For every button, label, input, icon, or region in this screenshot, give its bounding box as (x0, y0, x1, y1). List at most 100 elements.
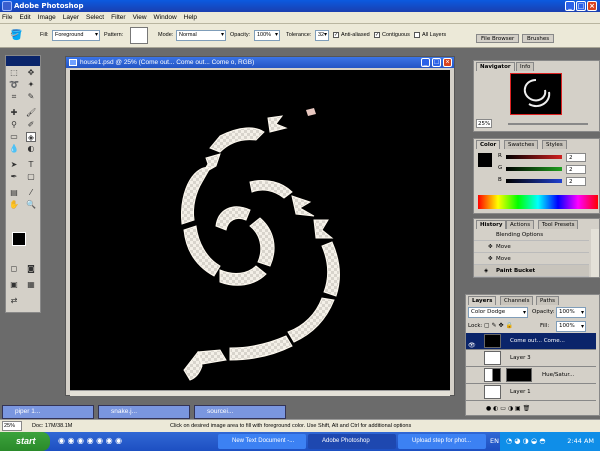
layer-fill-field[interactable]: 100% (556, 321, 586, 332)
menu-filter[interactable]: Filter (111, 14, 125, 21)
doc-maximize-button[interactable]: □ (432, 58, 441, 67)
eraser-icon[interactable]: ▭ (9, 132, 19, 142)
menu-window[interactable]: Window (154, 14, 177, 21)
notes-icon[interactable]: ▤ (9, 188, 19, 198)
imageready-icon[interactable]: ⇄ (9, 296, 19, 306)
navigator-preview[interactable] (510, 73, 562, 115)
minimized-doc[interactable]: sourcei... (194, 405, 286, 419)
antialiased-checkbox[interactable]: ✓ (333, 32, 339, 38)
channel-slider[interactable] (506, 179, 562, 183)
taskbar-item[interactable]: New Text Document -... (218, 434, 306, 449)
layer-row[interactable]: 👁 Come out... Come... (466, 333, 596, 350)
fill-select[interactable]: Foreground (52, 30, 100, 41)
paint-bucket-icon[interactable]: 🪣 (10, 30, 22, 41)
menu-layer[interactable]: Layer (63, 14, 79, 21)
layer-actions[interactable]: ● ◐ ▭ ◑ ▣ 🗑 (486, 405, 530, 412)
history-item[interactable]: ✥ Move (474, 253, 589, 265)
mode-select[interactable]: Normal (176, 30, 226, 41)
opacity-field[interactable]: 100% (254, 30, 280, 41)
tab-brushes[interactable]: Brushes (522, 34, 555, 43)
color-spectrum-bar[interactable] (478, 195, 598, 209)
standard-mode-icon[interactable]: ◻ (9, 264, 19, 274)
blend-mode-select[interactable]: Color Dodge (468, 307, 528, 318)
menu-image[interactable]: Image (38, 14, 56, 21)
channel-value-field[interactable]: 2 (566, 153, 586, 162)
channel-slider[interactable] (506, 167, 562, 171)
status-zoom-field[interactable]: 25% (2, 421, 22, 431)
shape-icon[interactable]: ▢ (26, 172, 36, 182)
channel-slider[interactable] (506, 155, 562, 159)
doc-close-button[interactable]: × (443, 58, 452, 67)
history-item[interactable]: ✥ Move (474, 241, 589, 253)
contiguous-checkbox[interactable]: ✓ (374, 32, 380, 38)
language-indicator[interactable]: EN (490, 437, 499, 445)
tab-color[interactable]: Color (476, 140, 501, 149)
tab-styles[interactable]: Styles (542, 140, 567, 149)
layer-row[interactable]: Layer 3 (466, 350, 596, 367)
minimize-button[interactable]: _ (565, 1, 575, 11)
tolerance-field[interactable]: 32 (315, 30, 329, 41)
channel-value-field[interactable]: 2 (566, 177, 586, 186)
magic-wand-icon[interactable]: ✦ (26, 80, 36, 90)
maximize-button[interactable]: □ (576, 1, 586, 11)
tab-layers[interactable]: Layers (468, 296, 497, 305)
navigator-zoom-slider[interactable] (508, 123, 588, 125)
menu-edit[interactable]: Edit (19, 14, 30, 21)
paint-bucket-tool-icon[interactable]: ◈ (26, 132, 36, 142)
path-select-icon[interactable]: ➤ (9, 160, 19, 170)
tab-history[interactable]: History (476, 220, 507, 229)
tab-navigator[interactable]: Navigator (476, 62, 515, 71)
tab-tool-presets[interactable]: Tool Presets (538, 220, 579, 229)
eyedropper-icon[interactable]: ⁄ (26, 188, 36, 198)
hand-icon[interactable]: ✋ (9, 200, 19, 210)
layer-row[interactable]: Hue/Satur... (466, 367, 596, 384)
taskbar-item[interactable]: Adobe Photoshop (308, 434, 396, 449)
lasso-icon[interactable]: ➰ (9, 80, 19, 90)
quick-launch-icons[interactable]: ◉ ◉ ◉ ◉ ◉ ◉ ◉ (58, 436, 122, 445)
channel-value-field[interactable]: 2 (566, 165, 586, 174)
foreground-color-swatch[interactable] (12, 232, 26, 246)
doc-minimize-button[interactable]: _ (421, 58, 430, 67)
all-layers-checkbox[interactable] (414, 32, 420, 38)
screen-mode-icon[interactable]: ▣ (9, 280, 19, 290)
minimized-doc[interactable]: snake.j... (98, 405, 190, 419)
crop-icon[interactable]: ⌗ (9, 92, 19, 102)
layer-opacity-field[interactable]: 100% (556, 307, 586, 318)
menu-file[interactable]: File (2, 14, 12, 21)
menu-select[interactable]: Select (86, 14, 104, 21)
tab-actions[interactable]: Actions (506, 220, 535, 229)
layer-row[interactable]: Layer 1 (466, 384, 596, 401)
tray-icons[interactable]: ◔ ◕ ◑ ◒ ◓ (506, 432, 545, 451)
history-brush-icon[interactable]: ✐ (26, 120, 36, 130)
close-button[interactable]: × (587, 1, 597, 11)
pattern-picker[interactable] (130, 27, 148, 44)
tab-paths[interactable]: Paths (536, 296, 559, 305)
healing-brush-icon[interactable]: ✚ (9, 108, 19, 118)
minimized-doc[interactable]: piper 1... (2, 405, 94, 419)
history-scrollbar[interactable] (591, 229, 599, 277)
move-icon[interactable]: ✥ (26, 68, 36, 78)
lock-icons[interactable]: ▢ ✎ ✥ 🔒 (484, 322, 513, 329)
horizontal-scrollbar[interactable] (70, 390, 450, 396)
menu-view[interactable]: View (133, 14, 147, 21)
image-canvas[interactable] (70, 70, 450, 390)
tab-info[interactable]: Info (516, 62, 535, 71)
navigator-zoom-field[interactable]: 25% (476, 119, 492, 128)
zoom-icon[interactable]: 🔍 (26, 200, 36, 210)
history-item[interactable]: Blending Options (474, 229, 589, 241)
start-button[interactable]: start (0, 432, 50, 451)
full-screen-icon[interactable]: ▦ (26, 280, 36, 290)
clone-stamp-icon[interactable]: ⚲ (9, 120, 19, 130)
clock[interactable]: 2:44 AM (567, 437, 594, 445)
tab-file-browser[interactable]: File Browser (476, 34, 520, 43)
taskbar-item[interactable]: Upload step for phot... (398, 434, 486, 449)
brush-icon[interactable]: 🖌 (26, 108, 36, 118)
history-item-current[interactable]: ◈ Paint Bucket (474, 265, 589, 277)
pen-icon[interactable]: ✒ (9, 172, 19, 182)
dodge-icon[interactable]: ◐ (26, 144, 36, 154)
marquee-icon[interactable]: ⬚ (9, 68, 19, 78)
color-foreground-swatch[interactable] (478, 153, 492, 167)
blur-icon[interactable]: 💧 (9, 144, 19, 154)
tab-swatches[interactable]: Swatches (504, 140, 539, 149)
quick-mask-icon[interactable]: ◙ (26, 264, 36, 274)
